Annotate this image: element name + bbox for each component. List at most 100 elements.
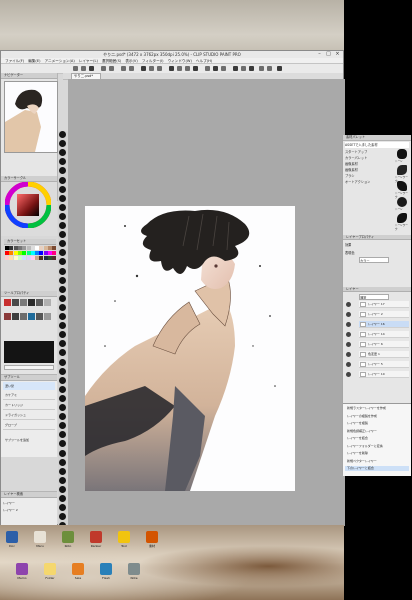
color-wheel[interactable] (5, 182, 51, 228)
desktop-shortcut-icon[interactable] (146, 531, 158, 543)
material-tree-item[interactable]: オートアクション (345, 179, 370, 185)
eye-icon[interactable] (346, 322, 351, 327)
desktop-shortcut-icon[interactable] (62, 531, 74, 543)
desktop-shortcut-icon[interactable] (44, 563, 56, 575)
brush-size-dot[interactable] (59, 449, 66, 457)
subtool-item[interactable]: カートリッジ (3, 401, 55, 410)
brush-size-dot[interactable] (59, 458, 66, 466)
undo-icon[interactable] (101, 66, 106, 71)
eye-icon[interactable] (346, 332, 351, 337)
eye-icon[interactable] (346, 302, 351, 307)
cut-icon[interactable] (141, 66, 146, 71)
minimize-button[interactable]: – (315, 51, 324, 58)
color-swatch[interactable] (52, 256, 57, 260)
menu-help[interactable]: ヘルプ(H) (196, 58, 212, 63)
fill-tool-icon[interactable] (4, 312, 11, 320)
brush-size-dot[interactable] (59, 203, 66, 211)
brush-size-dot[interactable] (59, 467, 66, 475)
layer-row[interactable]: レイヤー 14 (359, 331, 409, 338)
brush-size-dot[interactable] (59, 267, 66, 275)
menu-filter[interactable]: フィルター(I) (142, 58, 164, 63)
brush-size-dot[interactable] (59, 249, 66, 257)
snap-icon[interactable] (241, 66, 246, 71)
context-menu-item[interactable]: 新規色調補正レイヤー (345, 429, 409, 434)
desktop-shortcut-icon[interactable] (100, 563, 112, 575)
zoom-in-icon[interactable] (177, 66, 182, 71)
brush-size-dot[interactable] (59, 140, 66, 148)
layer-row[interactable]: レイヤー 2 (359, 311, 409, 318)
menu-edit[interactable]: 編集(E) (28, 58, 40, 63)
layer-row[interactable]: レイヤー 16 (359, 321, 409, 328)
material-thumb[interactable] (397, 197, 407, 207)
redo-icon[interactable] (109, 66, 114, 71)
menu-selection[interactable]: 選択範囲(S) (102, 58, 121, 63)
brush-size-dot[interactable] (59, 158, 66, 166)
brush-size-dot[interactable] (59, 212, 66, 220)
material-thumb[interactable] (397, 181, 407, 191)
close-button[interactable]: × (333, 51, 342, 58)
add-subtool-button[interactable]: サブツールを追加 (5, 437, 53, 443)
blend-mode-select[interactable]: 通常 (359, 294, 389, 300)
brush-size-dot[interactable] (59, 476, 66, 484)
ruler-tool-icon[interactable] (44, 312, 51, 320)
context-menu-item[interactable]: レイヤーを結合 (345, 436, 409, 441)
brush-size-dot[interactable] (59, 513, 66, 521)
desktop-shortcut-icon[interactable] (90, 531, 102, 543)
brush-size-dot[interactable] (59, 294, 66, 302)
eraser-icon[interactable] (44, 299, 51, 306)
subtool-item[interactable]: グローブ (3, 421, 55, 430)
brush-size-dot[interactable] (59, 504, 66, 512)
blend-icon[interactable] (36, 299, 43, 306)
brush-size-dot[interactable] (59, 495, 66, 502)
pen-icon[interactable] (4, 299, 11, 306)
brush-size-dot[interactable] (59, 285, 66, 293)
eye-icon[interactable] (346, 362, 351, 367)
eye-icon[interactable] (346, 372, 351, 377)
desktop-shortcut-icon[interactable] (16, 563, 28, 575)
brush-size-dot[interactable] (59, 422, 66, 430)
brush-size-dot[interactable] (59, 131, 66, 138)
brush-size-dot[interactable] (59, 194, 66, 202)
share-icon[interactable] (277, 66, 282, 71)
move-icon[interactable] (193, 66, 198, 71)
context-menu-item[interactable]: レイヤーの複製を作成 (345, 414, 409, 419)
brush-size-dot[interactable] (59, 176, 66, 184)
open-icon[interactable] (81, 66, 86, 71)
brush-size-dot[interactable] (59, 240, 66, 248)
desktop-shortcut-icon[interactable] (6, 531, 18, 543)
airbrush-icon[interactable] (28, 299, 35, 306)
brush-size-dot[interactable] (59, 413, 66, 421)
paste-icon[interactable] (157, 66, 162, 71)
desktop-shortcut-icon[interactable] (128, 563, 140, 575)
context-menu-item[interactable]: 新規ラスターレイヤーを作成 (345, 406, 409, 411)
brush-size-dot[interactable] (59, 431, 66, 439)
zoom-out-icon[interactable] (185, 66, 190, 71)
material-thumb[interactable] (397, 149, 407, 159)
transform-icon[interactable] (129, 66, 134, 71)
layer-row[interactable]: レイヤー 10 (359, 371, 409, 378)
eye-icon[interactable] (346, 312, 351, 317)
maximize-button[interactable]: □ (324, 51, 333, 58)
context-menu-item[interactable]: 新規ベクターレイヤー (345, 459, 409, 464)
brush-size-dot[interactable] (59, 340, 66, 348)
brush-size-dot[interactable] (59, 358, 66, 366)
rotate-icon[interactable] (205, 66, 210, 71)
eye-icon[interactable] (346, 352, 351, 357)
clear-icon[interactable] (121, 66, 126, 71)
brush-size-dot[interactable] (59, 185, 66, 193)
brush-size-dot[interactable] (59, 222, 66, 229)
brush-size-dot[interactable] (59, 231, 66, 239)
brush-size-dot[interactable] (59, 394, 66, 402)
context-menu-item[interactable]: 下のレイヤーと結合 (345, 466, 409, 471)
subtool-item-selected[interactable]: 濃い髪 (3, 382, 55, 390)
brush-icon[interactable] (20, 299, 27, 306)
menu-window[interactable]: ウィンドウ(W) (168, 58, 192, 63)
brush-size-dot[interactable] (59, 404, 66, 411)
brush-size-dot[interactable] (59, 367, 66, 375)
brush-size-dot[interactable] (59, 385, 66, 393)
menu-file[interactable]: ファイル(F) (5, 58, 24, 63)
save-icon[interactable] (89, 66, 94, 71)
navigator-preview[interactable] (4, 81, 58, 153)
brush-size-dot[interactable] (59, 149, 66, 157)
eye-icon[interactable] (346, 342, 351, 347)
